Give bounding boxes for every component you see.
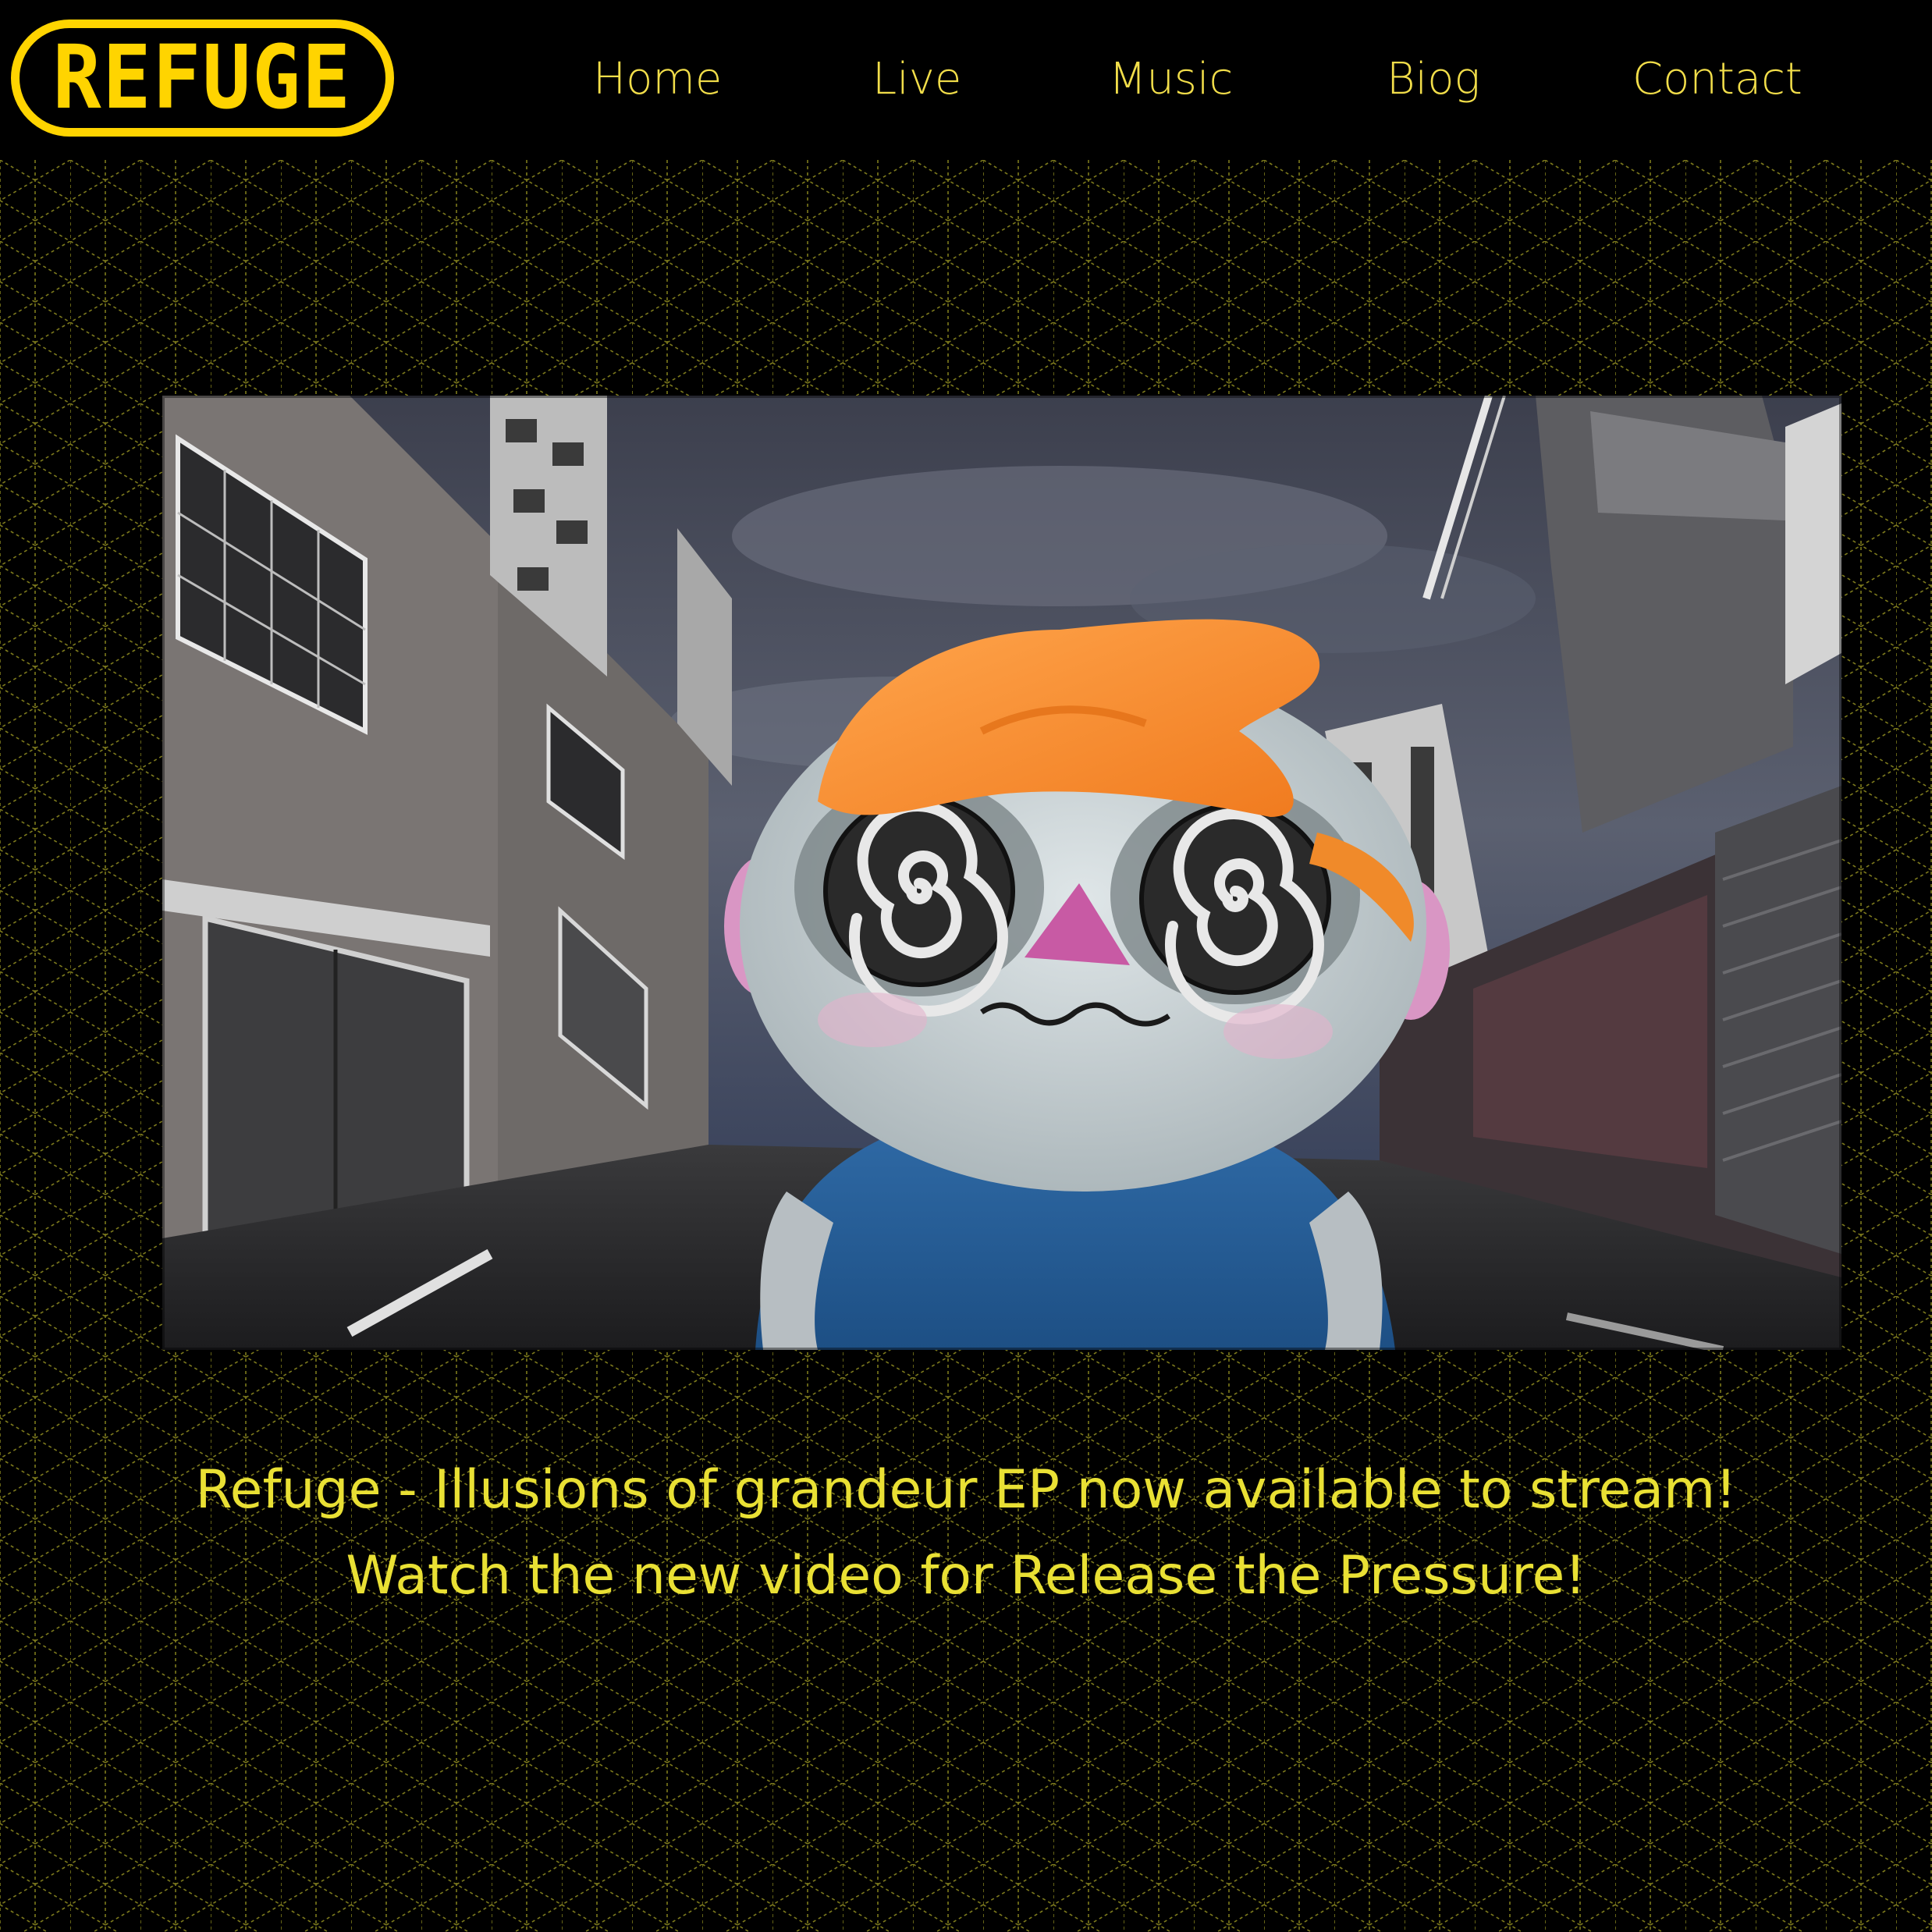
site-header: REFUGE Home Live Music Biog Contact (0, 0, 1932, 160)
caption-line-video: Watch the new video for Release the Pres… (346, 1545, 1586, 1607)
nav-link-live[interactable]: Live (872, 48, 961, 111)
nav-link-biog[interactable]: Biog (1387, 48, 1480, 111)
nav-link-music[interactable]: Music (1109, 48, 1233, 111)
nav-link-home[interactable]: Home (593, 48, 722, 111)
video-thumbnail[interactable] (162, 396, 1841, 1350)
main-nav: Home Live Music Biog Contact (0, 48, 1932, 111)
caption-line-ep: Refuge - Illusions of grandeur EP now av… (195, 1459, 1737, 1521)
hero-caption: Refuge - Illusions of grandeur EP now av… (0, 1447, 1932, 1619)
nav-link-contact[interactable]: Contact (1632, 48, 1802, 111)
